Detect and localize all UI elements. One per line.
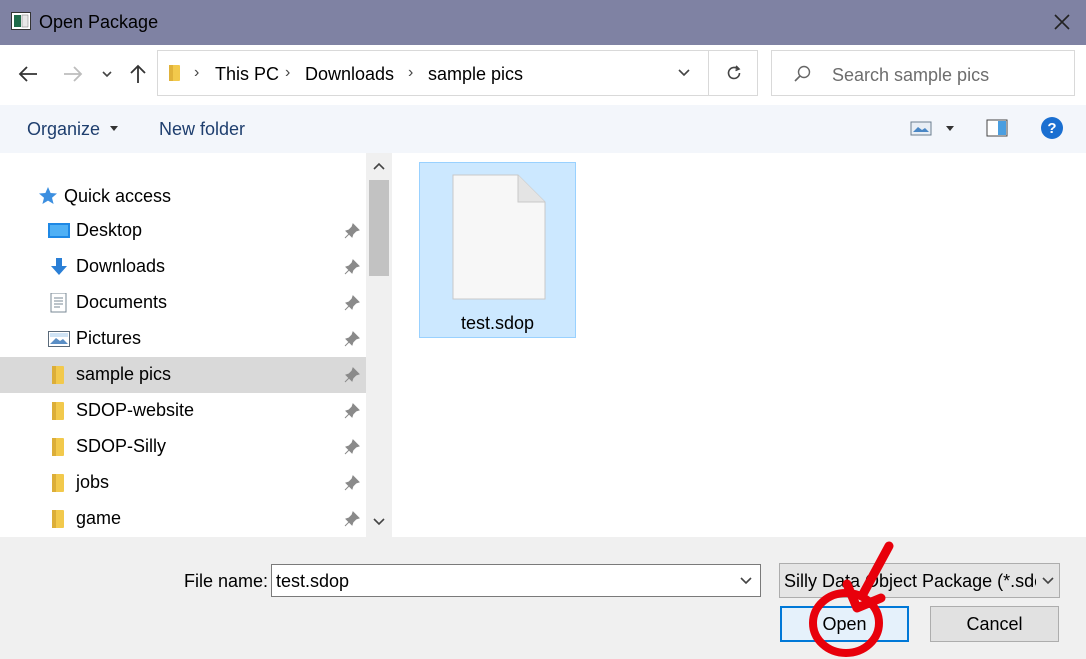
arrow-up-icon[interactable] — [126, 62, 150, 86]
document-icon — [452, 174, 546, 300]
pin-icon[interactable] — [344, 259, 360, 275]
folder-icon — [169, 65, 180, 81]
svg-text:?: ? — [1047, 120, 1056, 137]
breadcrumb-downloads[interactable]: Downloads — [305, 64, 394, 85]
sidebar-item-sample-pics[interactable]: sample pics — [0, 357, 366, 393]
file-type-value: Silly Data Object Package (*.sdop) — [784, 571, 1036, 591]
chevron-down-icon[interactable] — [1040, 573, 1056, 589]
file-item[interactable]: test.sdop — [419, 162, 576, 338]
file-name-input[interactable]: test.sdop — [271, 564, 761, 597]
search-icon — [794, 65, 811, 82]
file-name-value: test.sdop — [276, 571, 350, 591]
caret-down-icon[interactable] — [945, 123, 955, 133]
pin-icon[interactable] — [344, 223, 360, 239]
pin-icon[interactable] — [344, 367, 360, 383]
organize-button[interactable]: Organize — [27, 119, 119, 140]
help-icon[interactable]: ? — [1040, 116, 1064, 140]
sidebar-item-documents[interactable]: Documents — [0, 285, 366, 321]
breadcrumb-separator[interactable]: › — [408, 64, 413, 82]
chevron-up-icon[interactable] — [371, 158, 387, 174]
sidebar-item-game[interactable]: game — [0, 501, 366, 537]
title-bar: Open Package — [0, 0, 1086, 45]
sidebar-item-label: jobs — [76, 472, 110, 492]
pin-icon[interactable] — [344, 331, 360, 347]
folder-icon — [52, 402, 64, 420]
sidebar-item-label: Documents — [76, 292, 168, 312]
divider — [708, 51, 709, 95]
file-name-label: File name: — [184, 571, 269, 591]
sidebar-item-jobs[interactable]: jobs — [0, 465, 366, 501]
view-options-icon[interactable] — [910, 119, 932, 137]
sidebar-item-label: sample pics — [76, 364, 172, 384]
sidebar-item-desktop[interactable]: Desktop — [0, 213, 366, 249]
pin-icon[interactable] — [344, 511, 360, 527]
pictures-icon — [48, 331, 70, 347]
folder-icon — [52, 474, 64, 492]
cancel-button[interactable]: Cancel — [930, 606, 1059, 642]
sidebar-item-label: Pictures — [76, 328, 142, 348]
pin-icon[interactable] — [344, 475, 360, 491]
file-name: test.sdop — [460, 313, 535, 333]
refresh-icon[interactable] — [724, 63, 744, 83]
documents-icon — [50, 293, 67, 313]
sidebar-item-sdop-silly[interactable]: SDOP-Silly — [0, 429, 366, 465]
quick-access-label: Quick access — [64, 186, 172, 206]
sidebar-item-label: Desktop — [76, 220, 143, 240]
search-placeholder[interactable]: Search sample pics — [832, 65, 989, 86]
star-icon — [39, 187, 57, 204]
sidebar-item-label: SDOP-Silly — [76, 436, 167, 456]
quick-access-item[interactable]: Quick access — [0, 178, 366, 214]
file-type-select[interactable]: Silly Data Object Package (*.sdop) — [779, 563, 1060, 598]
caret-down-icon — [110, 126, 119, 131]
app-icon — [11, 12, 31, 30]
pin-icon[interactable] — [344, 439, 360, 455]
breadcrumb-separator[interactable]: › — [194, 64, 199, 82]
sidebar-item-label: SDOP-website — [76, 400, 195, 420]
scrollbar-thumb[interactable] — [369, 180, 389, 276]
command-toolbar: Organize New folder ? — [0, 105, 1086, 154]
chevron-down-icon[interactable] — [98, 65, 116, 83]
search-box[interactable]: Search sample pics — [771, 50, 1075, 96]
folder-icon — [52, 510, 64, 528]
sidebar-item-sdop-website[interactable]: SDOP-website — [0, 393, 366, 429]
address-bar[interactable]: › This PC › Downloads › sample pics — [157, 50, 758, 96]
desktop-icon — [48, 223, 70, 238]
sidebar-item-downloads[interactable]: Downloads — [0, 249, 366, 285]
sidebar-item-pictures[interactable]: Pictures — [0, 321, 366, 357]
dialog-footer — [0, 537, 1086, 659]
chevron-down-icon[interactable] — [738, 573, 754, 589]
pin-icon[interactable] — [344, 295, 360, 311]
close-icon[interactable] — [1050, 10, 1074, 34]
downloads-icon — [51, 258, 67, 275]
breadcrumb-separator[interactable]: › — [285, 64, 290, 82]
folder-icon — [52, 366, 64, 384]
sidebar-item-label: Downloads — [76, 256, 166, 276]
preview-pane-icon[interactable] — [986, 118, 1008, 138]
chevron-down-icon[interactable] — [676, 65, 692, 81]
breadcrumb-sample-pics[interactable]: sample pics — [428, 64, 523, 85]
open-button[interactable]: Open — [780, 606, 909, 642]
arrow-right-icon[interactable] — [61, 62, 85, 86]
arrow-left-icon[interactable] — [16, 62, 40, 86]
window-title: Open Package — [39, 12, 159, 32]
sidebar-item-label: game — [76, 508, 122, 528]
breadcrumb-this-pc[interactable]: This PC — [215, 64, 279, 85]
new-folder-button[interactable]: New folder — [159, 119, 245, 140]
organize-label: Organize — [27, 119, 101, 139]
folder-icon — [52, 438, 64, 456]
chevron-down-icon[interactable] — [371, 514, 387, 530]
pin-icon[interactable] — [344, 403, 360, 419]
